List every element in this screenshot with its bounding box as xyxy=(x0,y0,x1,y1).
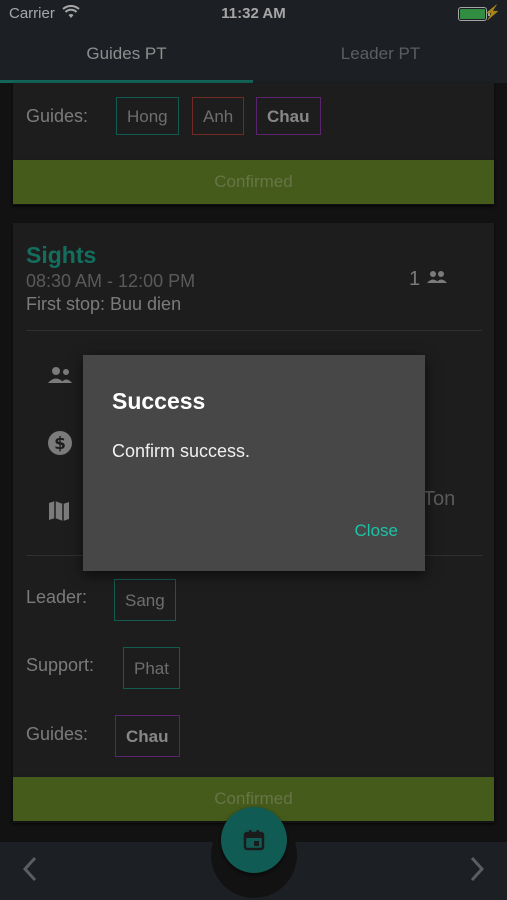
success-dialog: Success Confirm success. Close xyxy=(83,355,425,571)
dialog-message: Confirm success. xyxy=(112,441,251,461)
dialog-title: Success xyxy=(112,388,206,414)
close-button[interactable]: Close xyxy=(355,521,398,541)
